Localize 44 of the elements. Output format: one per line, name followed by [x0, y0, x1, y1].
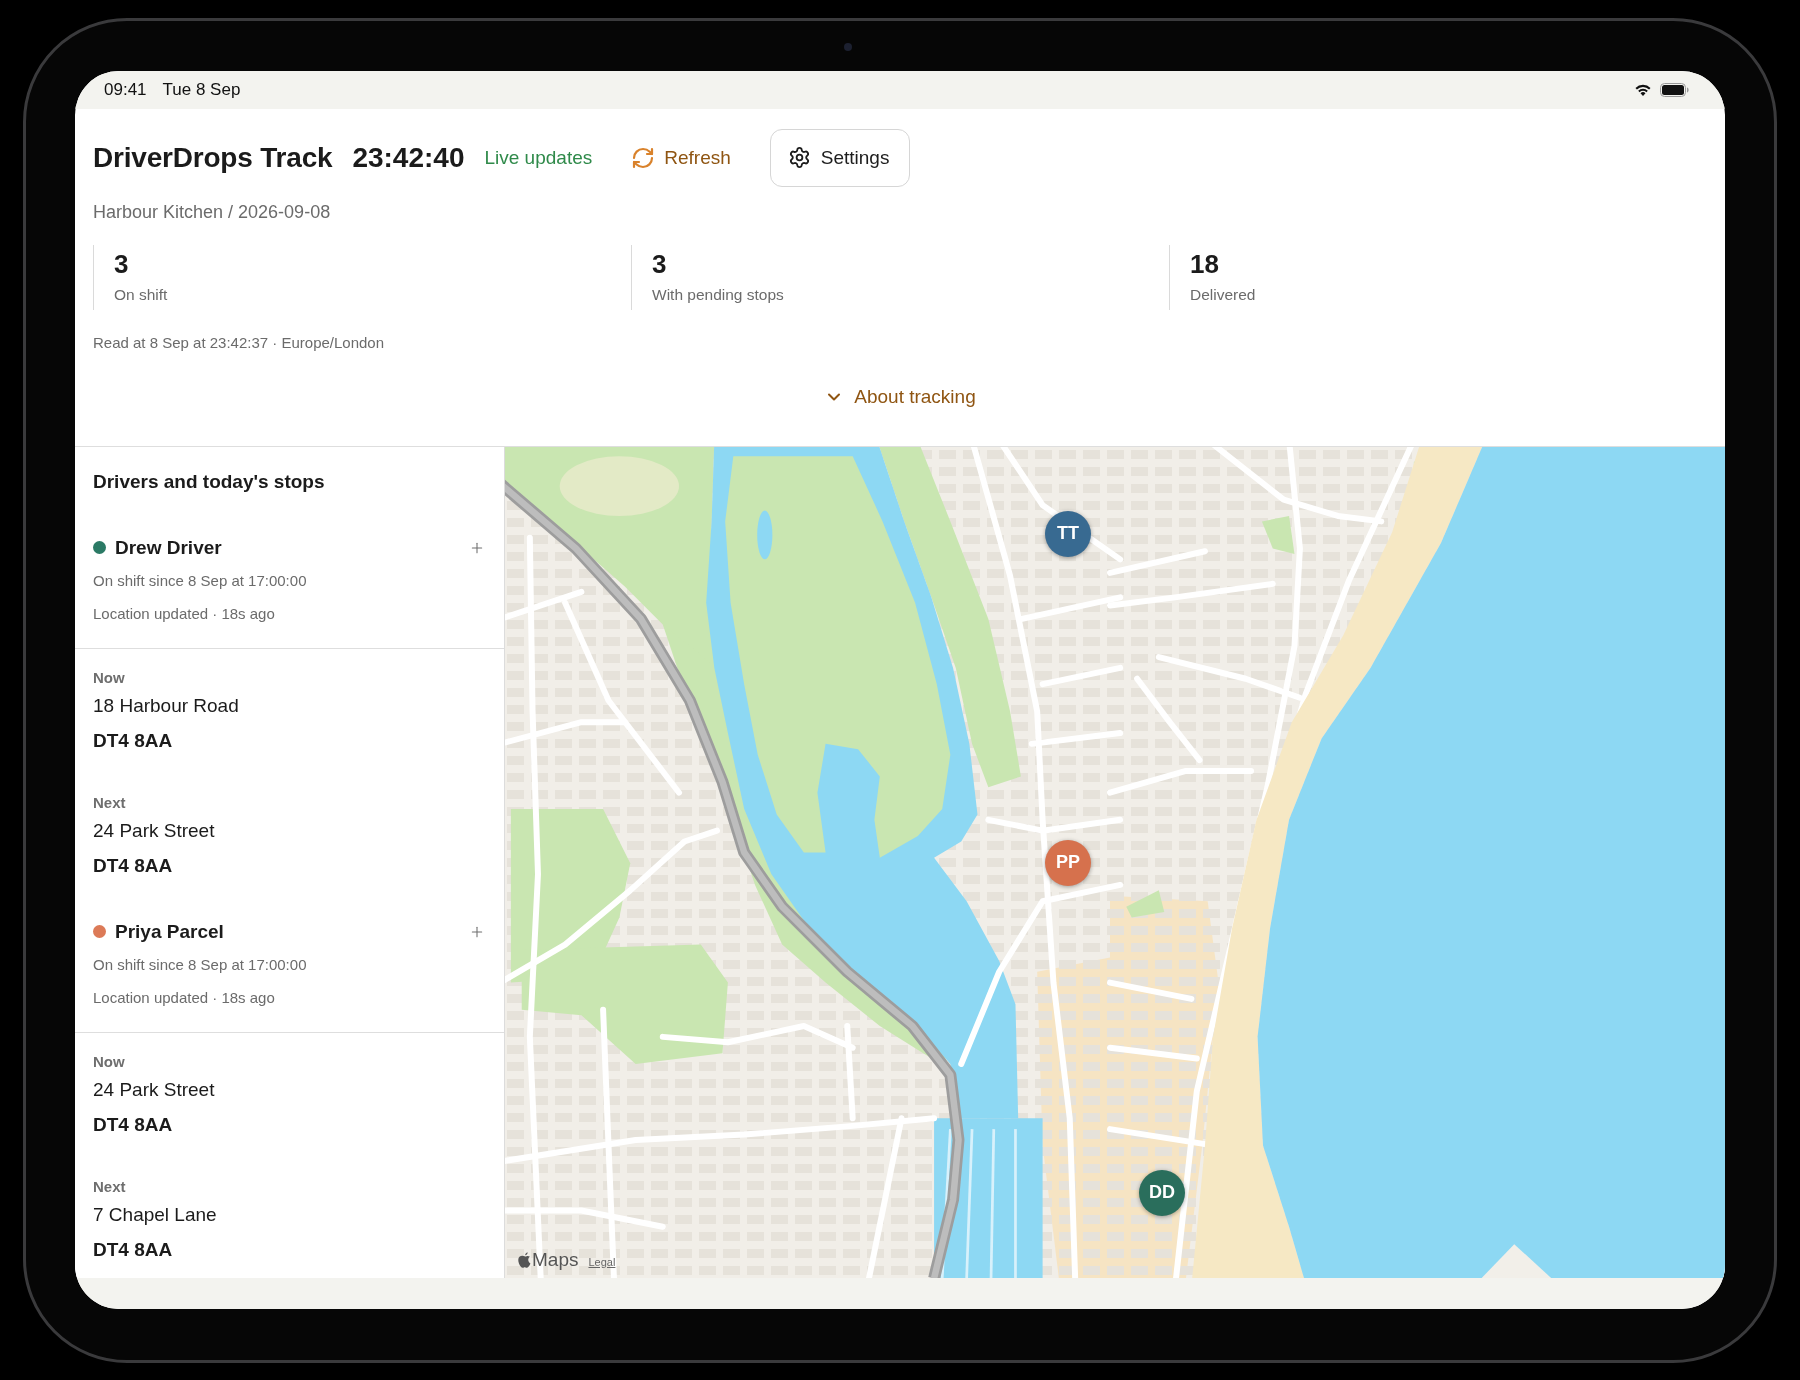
refresh-button[interactable]: Refresh [612, 128, 750, 187]
shift-start-text: On shift since 8 Sep at 17:00:00 [93, 570, 307, 591]
maps-brand-text: Maps [532, 1248, 579, 1271]
stop-address: 18 Harbour Road [93, 693, 239, 718]
clock-time: 23:42:40 [352, 140, 465, 175]
status-time: 09:41 [104, 79, 147, 100]
stop-address: 7 Chapel Lane [93, 1202, 217, 1227]
read-at-text: Read at 8 Sep at 23:42:37 · Europe/London [93, 333, 385, 352]
location-update-text: Location updated · 18s ago [93, 603, 275, 624]
stat-label: Delivered [1190, 284, 1256, 305]
battery-icon [1660, 82, 1689, 97]
stop-address: 24 Park Street [93, 1077, 215, 1102]
stop-label: Next [93, 793, 126, 812]
refresh-icon [631, 145, 656, 170]
stop-postcode: DT4 8AA [93, 853, 173, 878]
stop-postcode: DT4 8AA [93, 728, 173, 753]
driver-name: Drew Driver [115, 535, 222, 560]
app-title: DriverDrops Track [93, 140, 333, 175]
camera-icon [844, 42, 852, 51]
legal-link[interactable]: Legal [588, 1254, 616, 1269]
stat-label: On shift [114, 284, 168, 305]
subtitle: Harbour Kitchen / 2026-09-08 [93, 200, 331, 223]
stat-value: 18 [1190, 248, 1219, 279]
stat-label: With pending stops [652, 284, 784, 305]
location-update-text: Location updated · 18s ago [93, 987, 275, 1008]
sidebar-title: Drivers and today's stops [93, 469, 325, 494]
stop-postcode: DT4 8AA [93, 1237, 173, 1262]
shift-start-text: On shift since 8 Sep at 17:00:00 [93, 954, 307, 975]
settings-icon [787, 146, 811, 169]
about-tracking-toggle[interactable]: About tracking [816, 376, 984, 417]
stat-value: 3 [114, 248, 129, 279]
stop-postcode: DT4 8AA [93, 1112, 173, 1137]
stop-label: Next [93, 1177, 126, 1196]
settings-button[interactable]: Settings [769, 128, 911, 187]
stop-label: Now [93, 668, 125, 687]
stop-label: Now [93, 1052, 125, 1071]
map-drawing[interactable] [505, 446, 1725, 1278]
status-date: Tue 8 Sep [162, 79, 241, 100]
stat-value: 3 [652, 248, 667, 279]
live-status: Live updates [484, 145, 593, 170]
wifi-icon [1634, 83, 1652, 96]
driver-name: Priya Parcel [115, 919, 224, 944]
apple-icon [518, 1251, 531, 1268]
stop-address: 24 Park Street [93, 818, 215, 843]
